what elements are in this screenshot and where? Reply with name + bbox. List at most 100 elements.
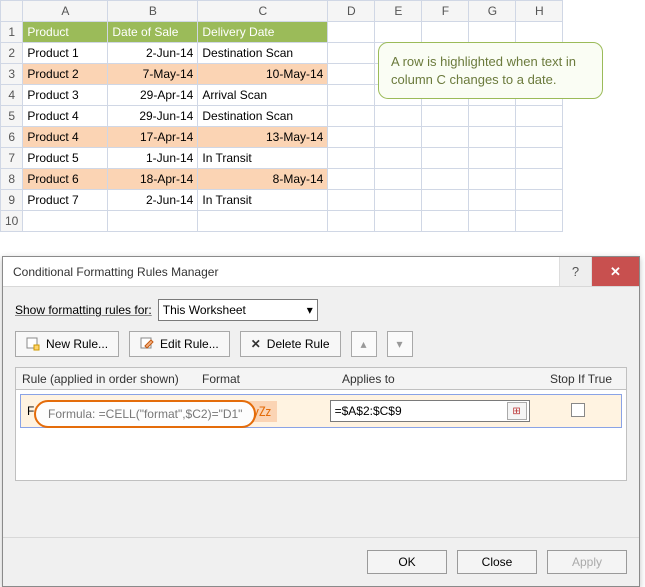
spreadsheet-grid[interactable]: A B C D E F G H 1ProductDate of SaleDeli…	[0, 0, 563, 232]
cell[interactable]: Product 6	[23, 169, 108, 190]
cell[interactable]	[469, 106, 516, 127]
cell[interactable]	[328, 169, 375, 190]
cell[interactable]: 29-Apr-14	[108, 85, 198, 106]
cell[interactable]: 8-May-14	[198, 169, 328, 190]
row-header[interactable]: 3	[1, 64, 23, 85]
cell[interactable]	[328, 64, 375, 85]
col-header[interactable]: F	[422, 1, 469, 22]
cell[interactable]: Delivery Date	[198, 22, 328, 43]
row-header[interactable]: 7	[1, 148, 23, 169]
cell[interactable]	[328, 127, 375, 148]
cell[interactable]	[422, 106, 469, 127]
close-window-button[interactable]: ✕	[591, 257, 639, 286]
cell[interactable]	[469, 22, 516, 43]
cell[interactable]	[328, 22, 375, 43]
cell[interactable]	[516, 22, 563, 43]
cell[interactable]: Product 2	[23, 64, 108, 85]
cell[interactable]: Destination Scan	[198, 106, 328, 127]
col-header[interactable]: G	[469, 1, 516, 22]
cell[interactable]	[516, 190, 563, 211]
cell[interactable]	[375, 169, 422, 190]
cell[interactable]	[469, 127, 516, 148]
row-header[interactable]: 2	[1, 43, 23, 64]
cell[interactable]: In Transit	[198, 148, 328, 169]
cell[interactable]	[108, 211, 198, 232]
cell[interactable]	[375, 22, 422, 43]
delete-rule-button[interactable]: ✕ Delete Rule	[240, 331, 341, 357]
col-header[interactable]: C	[198, 1, 328, 22]
cell[interactable]	[23, 211, 108, 232]
select-all[interactable]	[1, 1, 23, 22]
cell[interactable]	[516, 169, 563, 190]
cell[interactable]	[328, 211, 375, 232]
cell[interactable]	[328, 43, 375, 64]
row-header[interactable]: 5	[1, 106, 23, 127]
cell[interactable]: Product 4	[23, 127, 108, 148]
cell[interactable]	[328, 106, 375, 127]
row-header[interactable]: 4	[1, 85, 23, 106]
cell[interactable]	[469, 148, 516, 169]
cell[interactable]	[375, 148, 422, 169]
cell[interactable]	[198, 211, 328, 232]
cell[interactable]	[469, 190, 516, 211]
cell[interactable]: 2-Jun-14	[108, 43, 198, 64]
cell[interactable]: In Transit	[198, 190, 328, 211]
cell[interactable]: Product 3	[23, 85, 108, 106]
cell[interactable]: Product 7	[23, 190, 108, 211]
cell[interactable]	[516, 127, 563, 148]
show-rules-for-select[interactable]: This Worksheet ▾	[158, 299, 318, 321]
ok-button[interactable]: OK	[367, 550, 447, 574]
col-header[interactable]: E	[375, 1, 422, 22]
stop-if-true-checkbox[interactable]	[571, 403, 585, 417]
close-button[interactable]: Close	[457, 550, 537, 574]
move-down-button[interactable]: ▾	[387, 331, 413, 357]
cell[interactable]	[422, 169, 469, 190]
cell[interactable]: Destination Scan	[198, 43, 328, 64]
cell[interactable]: 1-Jun-14	[108, 148, 198, 169]
col-header[interactable]: H	[516, 1, 563, 22]
edit-rule-button[interactable]: Edit Rule...	[129, 331, 230, 357]
cell[interactable]: Product	[23, 22, 108, 43]
cell[interactable]: 13-May-14	[198, 127, 328, 148]
dialog-titlebar[interactable]: Conditional Formatting Rules Manager ? ✕	[3, 257, 639, 287]
cell[interactable]	[469, 211, 516, 232]
cell[interactable]: 29-Jun-14	[108, 106, 198, 127]
cell[interactable]	[469, 169, 516, 190]
col-header[interactable]: B	[108, 1, 198, 22]
applies-to-input[interactable]: =$A$2:$C$9 ⊞	[330, 400, 530, 422]
cell[interactable]	[328, 190, 375, 211]
cell[interactable]	[328, 148, 375, 169]
new-rule-button[interactable]: New Rule...	[15, 331, 119, 357]
cell[interactable]	[375, 106, 422, 127]
row-header[interactable]: 6	[1, 127, 23, 148]
row-header[interactable]: 8	[1, 169, 23, 190]
cell[interactable]	[422, 127, 469, 148]
move-up-button[interactable]: ▴	[351, 331, 377, 357]
row-header[interactable]: 10	[1, 211, 23, 232]
cell[interactable]	[516, 106, 563, 127]
cell[interactable]	[328, 85, 375, 106]
row-header[interactable]: 1	[1, 22, 23, 43]
cell[interactable]	[422, 211, 469, 232]
cell[interactable]	[516, 211, 563, 232]
cell[interactable]: 2-Jun-14	[108, 190, 198, 211]
cell[interactable]	[422, 190, 469, 211]
cell[interactable]	[375, 211, 422, 232]
range-picker-icon[interactable]: ⊞	[507, 402, 527, 420]
cell[interactable]: 17-Apr-14	[108, 127, 198, 148]
cell[interactable]: 10-May-14	[198, 64, 328, 85]
col-header[interactable]: A	[23, 1, 108, 22]
cell[interactable]: Product 1	[23, 43, 108, 64]
cell[interactable]	[422, 148, 469, 169]
col-header[interactable]: D	[328, 1, 375, 22]
row-header[interactable]: 9	[1, 190, 23, 211]
cell[interactable]: 18-Apr-14	[108, 169, 198, 190]
cell[interactable]	[375, 127, 422, 148]
cell[interactable]: Product 5	[23, 148, 108, 169]
cell[interactable]: 7-May-14	[108, 64, 198, 85]
cell[interactable]	[375, 190, 422, 211]
cell[interactable]: Product 4	[23, 106, 108, 127]
cell[interactable]: Arrival Scan	[198, 85, 328, 106]
cell[interactable]: Date of Sale	[108, 22, 198, 43]
cell[interactable]	[516, 148, 563, 169]
